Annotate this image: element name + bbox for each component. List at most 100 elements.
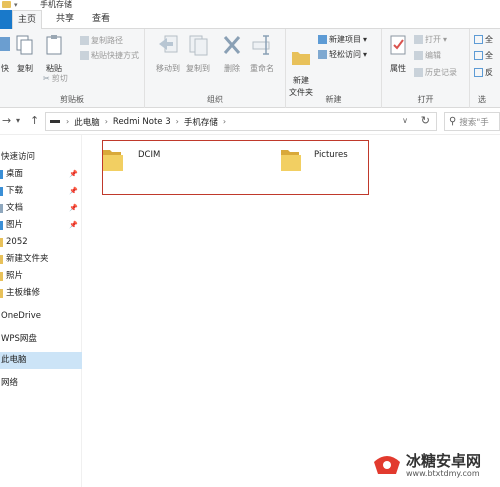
breadcrumb-separator-icon: › <box>104 117 108 126</box>
quick-access-toolbar[interactable]: ▾ <box>2 0 18 9</box>
address-dropdown-icon[interactable]: ∨ <box>402 116 408 125</box>
nav-quick-access[interactable]: 快速访问 <box>0 149 82 166</box>
properties-button[interactable]: 属性 <box>386 33 410 75</box>
clipboard-group-label: 剪贴板 <box>60 95 84 104</box>
watermark-logo-icon <box>374 456 400 474</box>
open-group-label: 打开 <box>417 95 434 104</box>
pin-icon[interactable]: 📌 <box>69 217 78 234</box>
select-group: 全 全 反 选 <box>470 29 500 108</box>
tab-share[interactable]: 共享 <box>50 10 80 29</box>
history-dropdown-icon[interactable]: ▾ <box>16 116 20 125</box>
folder-dcim[interactable]: DCIM <box>102 147 160 173</box>
breadcrumb-phone-storage[interactable]: 手机存储 <box>181 116 221 128</box>
select-group-label: 选 <box>478 95 486 104</box>
folder-pictures[interactable]: Pictures <box>280 147 348 173</box>
nav-item-new-folder[interactable]: 新建文件夹 <box>0 251 82 268</box>
pictures-icon <box>0 221 3 230</box>
nav-wps-drive[interactable]: WPS网盘 <box>0 331 82 348</box>
nav-onedrive[interactable]: OneDrive <box>0 308 82 325</box>
tab-view[interactable]: 查看 <box>86 10 116 29</box>
paste-icon <box>46 35 62 55</box>
chevron-down-icon: ▾ <box>363 50 368 59</box>
open-button[interactable]: 打开 ▾ <box>414 33 447 46</box>
organize-group: 移动到 复制到 删除 重命名 组织 <box>145 29 286 108</box>
nav-network[interactable]: 网络 <box>0 375 82 392</box>
dropdown-icon[interactable]: ▾ <box>14 1 18 9</box>
delete-button[interactable]: 删除 <box>221 33 243 75</box>
delete-icon <box>223 36 241 54</box>
new-folder-icon <box>292 52 310 65</box>
new-item-icon <box>318 35 327 44</box>
copy-icon <box>16 35 33 55</box>
nav-item-documents[interactable]: 文档 📌 <box>0 200 82 217</box>
pin-quick-access-button[interactable]: 快 <box>0 33 14 75</box>
watermark-url: www.btxtdmy.com <box>406 468 480 478</box>
folder-icon <box>103 150 123 171</box>
tab-home[interactable]: 主页 <box>12 10 42 30</box>
new-group-label: 新建 <box>325 95 342 104</box>
paste-shortcut-button[interactable]: 粘贴快捷方式 <box>80 49 139 62</box>
window-title: 手机存储 <box>40 0 72 9</box>
nav-this-pc[interactable]: 此电脑 <box>0 352 82 369</box>
edit-icon <box>414 51 423 60</box>
tab-file[interactable] <box>0 10 12 29</box>
search-icon: ⚲ <box>449 116 457 127</box>
copy-button[interactable]: 复制 <box>14 33 36 75</box>
folder-icon <box>0 238 3 247</box>
ribbon-tabs: 主页 共享 查看 <box>0 10 500 30</box>
breadcrumb-device[interactable]: Redmi Note 3 <box>110 117 174 127</box>
downloads-icon <box>0 187 3 196</box>
folder-icon <box>0 272 3 281</box>
cut-button[interactable]: ✂ 剪切 <box>43 72 68 85</box>
nav-item-2052[interactable]: 2052 <box>0 234 82 251</box>
easy-access-icon <box>318 50 327 59</box>
up-arrow-icon[interactable]: ↑ <box>30 114 39 127</box>
title-bar: ▾ 手机存储 <box>0 0 500 10</box>
nav-item-desktop[interactable]: 桌面 📌 <box>0 166 82 183</box>
rename-icon <box>252 35 270 55</box>
nav-item-pictures[interactable]: 图片 📌 <box>0 217 82 234</box>
paste-button[interactable]: 粘贴 <box>42 33 66 75</box>
pin-icon[interactable]: 📌 <box>69 166 78 183</box>
breadcrumb-separator-icon: › <box>66 117 70 126</box>
select-none-button[interactable]: 全 <box>474 49 493 62</box>
new-item-button[interactable]: 新建项目 ▾ <box>318 33 367 46</box>
folder-icon <box>2 1 11 8</box>
pin-icon[interactable]: 📌 <box>69 200 78 217</box>
invert-selection-icon <box>474 68 483 77</box>
copy-to-icon <box>189 35 208 56</box>
search-input[interactable]: ⚲ 搜索"手 <box>444 112 500 131</box>
nav-item-photos[interactable]: 照片 <box>0 268 82 285</box>
address-bar[interactable]: › 此电脑 › Redmi Note 3 › 手机存储 › ∨ ↻ <box>45 112 437 131</box>
forward-arrow-icon[interactable]: → <box>2 114 11 127</box>
new-group: 新建 文件夹 新建项目 ▾ 轻松访问 ▾ 新建 <box>286 29 382 108</box>
edit-button[interactable]: 编辑 <box>414 49 441 62</box>
paste-shortcut-icon <box>80 51 89 60</box>
copy-path-button[interactable]: 复制路径 <box>80 34 123 47</box>
easy-access-button[interactable]: 轻松访问 ▾ <box>318 48 367 61</box>
pin-icon[interactable]: 📌 <box>69 183 78 200</box>
history-icon <box>414 68 423 77</box>
folder-icon <box>0 255 3 264</box>
copy-to-button[interactable]: 复制到 <box>183 33 213 75</box>
chevron-down-icon: ▾ <box>363 35 368 44</box>
nav-item-downloads[interactable]: 下载 📌 <box>0 183 82 200</box>
select-all-button[interactable]: 全 <box>474 33 493 46</box>
pin-icon <box>0 37 10 51</box>
rename-button[interactable]: 重命名 <box>247 33 277 75</box>
refresh-icon[interactable]: ↻ <box>421 114 430 127</box>
documents-icon <box>0 204 3 213</box>
breadcrumb-this-pc[interactable]: 此电脑 <box>71 116 103 128</box>
properties-icon <box>390 35 406 55</box>
invert-selection-button[interactable]: 反 <box>474 66 493 79</box>
move-to-button[interactable]: 移动到 <box>153 33 183 75</box>
clipboard-group: 快 复制 粘贴 复制路径 粘贴快捷方式 ✂ 剪切 剪贴板 <box>0 29 145 108</box>
open-group: 属性 打开 ▾ 编辑 历史记录 打开 <box>382 29 470 108</box>
chevron-down-icon: ▾ <box>443 35 448 44</box>
desktop-icon <box>0 170 3 179</box>
history-button[interactable]: 历史记录 <box>414 66 457 79</box>
organize-group-label: 组织 <box>207 95 223 104</box>
nav-item-motherboard-repair[interactable]: 主板维修 <box>0 285 82 302</box>
select-all-icon <box>474 35 483 44</box>
watermark: 冰糖安卓网 www.btxtdmy.com <box>372 450 481 480</box>
